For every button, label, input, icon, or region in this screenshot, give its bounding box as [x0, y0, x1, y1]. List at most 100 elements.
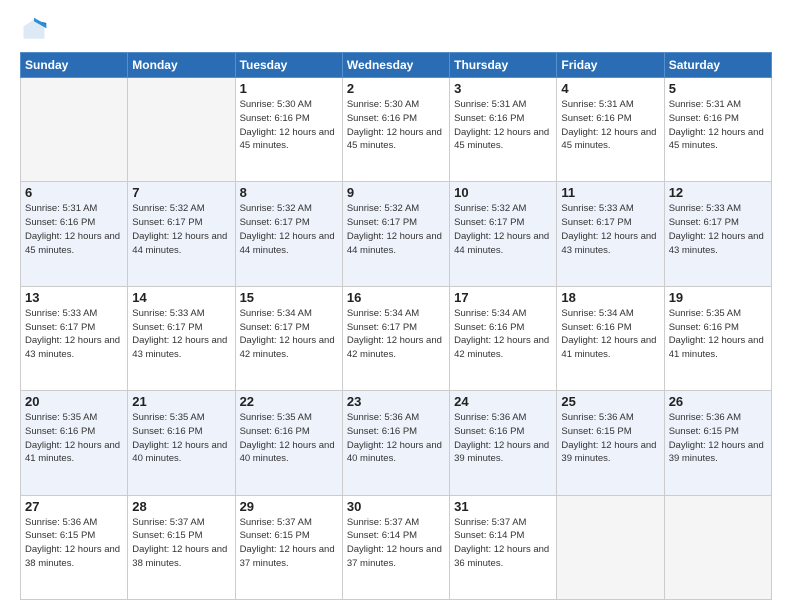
- calendar-cell: 12 Sunrise: 5:33 AM Sunset: 6:17 PM Dayli…: [664, 182, 771, 286]
- calendar-cell: 26 Sunrise: 5:36 AM Sunset: 6:15 PM Dayli…: [664, 391, 771, 495]
- calendar-cell: 13 Sunrise: 5:33 AM Sunset: 6:17 PM Dayli…: [21, 286, 128, 390]
- logo: [20, 16, 52, 44]
- calendar-cell: 27 Sunrise: 5:36 AM Sunset: 6:15 PM Dayli…: [21, 495, 128, 599]
- day-number: 28: [132, 499, 230, 514]
- day-number: 2: [347, 81, 445, 96]
- day-info: Sunrise: 5:37 AM Sunset: 6:15 PM Dayligh…: [132, 516, 230, 571]
- day-info: Sunrise: 5:36 AM Sunset: 6:15 PM Dayligh…: [561, 411, 659, 466]
- calendar-cell: 19 Sunrise: 5:35 AM Sunset: 6:16 PM Dayli…: [664, 286, 771, 390]
- calendar-week-row: 6 Sunrise: 5:31 AM Sunset: 6:16 PM Daylig…: [21, 182, 772, 286]
- calendar-cell: 18 Sunrise: 5:34 AM Sunset: 6:16 PM Dayli…: [557, 286, 664, 390]
- calendar-cell: 21Sunrise: 5:35 AM Sunset: 6:16 PM Dayli…: [128, 391, 235, 495]
- day-info: Sunrise: 5:36 AM Sunset: 6:15 PM Dayligh…: [669, 411, 767, 466]
- day-number: 22: [240, 394, 338, 409]
- day-info: Sunrise: 5:36 AM Sunset: 6:16 PM Dayligh…: [347, 411, 445, 466]
- day-info: Sunrise: 5:32 AM Sunset: 6:17 PM Dayligh…: [132, 202, 230, 257]
- calendar-week-row: 27 Sunrise: 5:36 AM Sunset: 6:15 PM Dayli…: [21, 495, 772, 599]
- day-info: Sunrise: 5:32 AM Sunset: 6:17 PM Dayligh…: [240, 202, 338, 257]
- calendar-cell: 4 Sunrise: 5:31 AM Sunset: 6:16 PM Daylig…: [557, 78, 664, 182]
- calendar-cell: 1 Sunrise: 5:30 AM Sunset: 6:16 PM Daylig…: [235, 78, 342, 182]
- calendar-week-row: 20 Sunrise: 5:35 AM Sunset: 6:16 PM Dayli…: [21, 391, 772, 495]
- calendar-cell: 30Sunrise: 5:37 AM Sunset: 6:14 PM Dayli…: [342, 495, 449, 599]
- day-number: 1: [240, 81, 338, 96]
- calendar-cell: 8 Sunrise: 5:32 AM Sunset: 6:17 PM Daylig…: [235, 182, 342, 286]
- day-number: 10: [454, 185, 552, 200]
- day-number: 15: [240, 290, 338, 305]
- calendar-cell: 20 Sunrise: 5:35 AM Sunset: 6:16 PM Dayli…: [21, 391, 128, 495]
- calendar-week-row: 13 Sunrise: 5:33 AM Sunset: 6:17 PM Dayli…: [21, 286, 772, 390]
- calendar-week-row: 1 Sunrise: 5:30 AM Sunset: 6:16 PM Daylig…: [21, 78, 772, 182]
- calendar-cell: 5Sunrise: 5:31 AM Sunset: 6:16 PM Daylig…: [664, 78, 771, 182]
- weekday-header-tuesday: Tuesday: [235, 53, 342, 78]
- day-info: Sunrise: 5:31 AM Sunset: 6:16 PM Dayligh…: [25, 202, 123, 257]
- calendar-cell: 22 Sunrise: 5:35 AM Sunset: 6:16 PM Dayli…: [235, 391, 342, 495]
- day-number: 14: [132, 290, 230, 305]
- weekday-header-friday: Friday: [557, 53, 664, 78]
- calendar-cell: 9Sunrise: 5:32 AM Sunset: 6:17 PM Daylig…: [342, 182, 449, 286]
- calendar-table: SundayMondayTuesdayWednesdayThursdayFrid…: [20, 52, 772, 600]
- logo-icon: [20, 16, 48, 44]
- day-number: 12: [669, 185, 767, 200]
- day-info: Sunrise: 5:30 AM Sunset: 6:16 PM Dayligh…: [240, 98, 338, 153]
- day-number: 13: [25, 290, 123, 305]
- day-number: 8: [240, 185, 338, 200]
- day-info: Sunrise: 5:34 AM Sunset: 6:17 PM Dayligh…: [240, 307, 338, 362]
- day-number: 6: [25, 185, 123, 200]
- day-info: Sunrise: 5:33 AM Sunset: 6:17 PM Dayligh…: [561, 202, 659, 257]
- day-number: 4: [561, 81, 659, 96]
- day-number: 26: [669, 394, 767, 409]
- calendar-cell: 23Sunrise: 5:36 AM Sunset: 6:16 PM Dayli…: [342, 391, 449, 495]
- calendar-cell: 10 Sunrise: 5:32 AM Sunset: 6:17 PM Dayli…: [450, 182, 557, 286]
- day-info: Sunrise: 5:35 AM Sunset: 6:16 PM Dayligh…: [669, 307, 767, 362]
- day-info: Sunrise: 5:33 AM Sunset: 6:17 PM Dayligh…: [669, 202, 767, 257]
- day-number: 7: [132, 185, 230, 200]
- day-info: Sunrise: 5:33 AM Sunset: 6:17 PM Dayligh…: [132, 307, 230, 362]
- day-number: 24: [454, 394, 552, 409]
- day-number: 25: [561, 394, 659, 409]
- day-info: Sunrise: 5:37 AM Sunset: 6:14 PM Dayligh…: [454, 516, 552, 571]
- header: [20, 16, 772, 44]
- day-number: 16: [347, 290, 445, 305]
- day-number: 17: [454, 290, 552, 305]
- calendar-cell: 6 Sunrise: 5:31 AM Sunset: 6:16 PM Daylig…: [21, 182, 128, 286]
- day-info: Sunrise: 5:34 AM Sunset: 6:16 PM Dayligh…: [454, 307, 552, 362]
- calendar-cell: 25 Sunrise: 5:36 AM Sunset: 6:15 PM Dayli…: [557, 391, 664, 495]
- calendar-cell: 24 Sunrise: 5:36 AM Sunset: 6:16 PM Dayli…: [450, 391, 557, 495]
- day-info: Sunrise: 5:32 AM Sunset: 6:17 PM Dayligh…: [454, 202, 552, 257]
- calendar-cell: [128, 78, 235, 182]
- calendar-cell: [557, 495, 664, 599]
- day-info: Sunrise: 5:35 AM Sunset: 6:16 PM Dayligh…: [25, 411, 123, 466]
- page: SundayMondayTuesdayWednesdayThursdayFrid…: [0, 0, 792, 612]
- calendar-cell: 7 Sunrise: 5:32 AM Sunset: 6:17 PM Daylig…: [128, 182, 235, 286]
- calendar-cell: 15 Sunrise: 5:34 AM Sunset: 6:17 PM Dayli…: [235, 286, 342, 390]
- calendar-cell: 3 Sunrise: 5:31 AM Sunset: 6:16 PM Daylig…: [450, 78, 557, 182]
- weekday-header-saturday: Saturday: [664, 53, 771, 78]
- day-info: Sunrise: 5:34 AM Sunset: 6:16 PM Dayligh…: [561, 307, 659, 362]
- day-number: 30: [347, 499, 445, 514]
- day-number: 27: [25, 499, 123, 514]
- day-number: 20: [25, 394, 123, 409]
- weekday-header-wednesday: Wednesday: [342, 53, 449, 78]
- calendar-cell: 31Sunrise: 5:37 AM Sunset: 6:14 PM Dayli…: [450, 495, 557, 599]
- day-info: Sunrise: 5:31 AM Sunset: 6:16 PM Dayligh…: [454, 98, 552, 153]
- day-info: Sunrise: 5:35 AM Sunset: 6:16 PM Dayligh…: [240, 411, 338, 466]
- day-number: 29: [240, 499, 338, 514]
- day-info: Sunrise: 5:31 AM Sunset: 6:16 PM Dayligh…: [561, 98, 659, 153]
- day-info: Sunrise: 5:36 AM Sunset: 6:16 PM Dayligh…: [454, 411, 552, 466]
- weekday-header-monday: Monday: [128, 53, 235, 78]
- calendar-cell: 2Sunrise: 5:30 AM Sunset: 6:16 PM Daylig…: [342, 78, 449, 182]
- weekday-header-sunday: Sunday: [21, 53, 128, 78]
- day-number: 5: [669, 81, 767, 96]
- day-number: 18: [561, 290, 659, 305]
- day-info: Sunrise: 5:36 AM Sunset: 6:15 PM Dayligh…: [25, 516, 123, 571]
- day-number: 9: [347, 185, 445, 200]
- weekday-header-thursday: Thursday: [450, 53, 557, 78]
- day-number: 19: [669, 290, 767, 305]
- calendar-cell: 16Sunrise: 5:34 AM Sunset: 6:17 PM Dayli…: [342, 286, 449, 390]
- weekday-header-row: SundayMondayTuesdayWednesdayThursdayFrid…: [21, 53, 772, 78]
- day-info: Sunrise: 5:33 AM Sunset: 6:17 PM Dayligh…: [25, 307, 123, 362]
- calendar-cell: 28 Sunrise: 5:37 AM Sunset: 6:15 PM Dayli…: [128, 495, 235, 599]
- day-number: 3: [454, 81, 552, 96]
- calendar-cell: [664, 495, 771, 599]
- day-info: Sunrise: 5:37 AM Sunset: 6:15 PM Dayligh…: [240, 516, 338, 571]
